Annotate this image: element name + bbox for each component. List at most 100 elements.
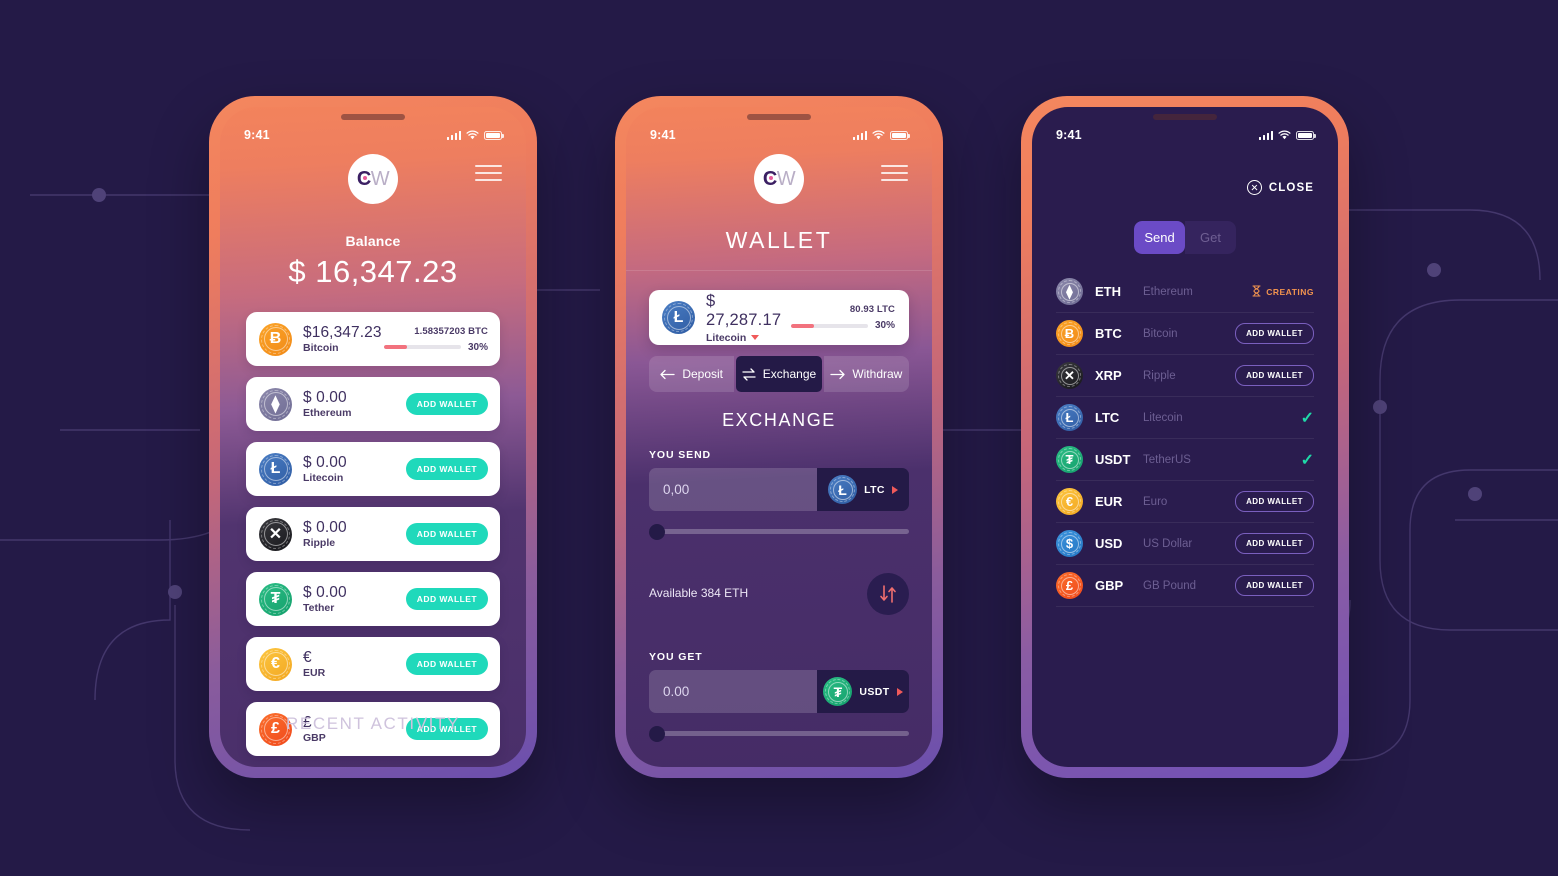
close-icon <box>1246 180 1262 195</box>
hourglass-icon <box>1252 284 1261 299</box>
swap-h-icon <box>742 367 756 381</box>
add-wallet-button[interactable]: ADD WALLET <box>405 653 488 675</box>
wallet-card[interactable]: ₮ $ 0.00 Tether ADD WALLET <box>246 572 500 626</box>
tether-icon: ₮ <box>259 582 292 616</box>
wallet-card[interactable]: ✕ $ 0.00 Ripple ADD WALLET <box>246 507 500 561</box>
wallet-card[interactable]: € € EUR ADD WALLET <box>246 637 500 691</box>
wallet-amount: € <box>303 648 312 666</box>
phone2-screen: 9:41 C W WALLET Ł $ 27,287.17 Litecoin 8… <box>626 107 932 767</box>
recent-activity-title[interactable]: RECENT ACTIVITY <box>220 714 526 734</box>
status-badge: CREATING <box>1252 284 1314 299</box>
add-wallet-button[interactable]: ADD WALLET <box>405 588 488 610</box>
wallet-progress-bar <box>384 345 461 349</box>
currency-row[interactable]: Ƀ BTC Bitcoin ADD WALLET <box>1056 313 1314 355</box>
check-icon: ✓ <box>1300 451 1314 469</box>
add-wallet-button[interactable]: ADD WALLET <box>405 458 488 480</box>
notch-speaker <box>1153 114 1217 120</box>
you-get-currency: USDT <box>859 685 890 698</box>
bitcoin-icon: Ƀ <box>1056 320 1083 347</box>
tab-label: Exchange <box>762 367 817 381</box>
menu-icon[interactable] <box>881 165 908 181</box>
swap-vertical-icon[interactable] <box>867 573 909 615</box>
wallet-action-tabs: Deposit Exchange Withdraw <box>649 356 909 392</box>
currency-name: TetherUS <box>1143 453 1191 466</box>
chevron-down-icon[interactable] <box>751 335 760 340</box>
battery-icon <box>890 130 910 140</box>
status-bar: 9:41 <box>220 128 526 142</box>
you-get-currency-selector[interactable]: ₮ USDT <box>817 670 909 713</box>
you-send-currency-selector[interactable]: Ł LTC <box>817 468 909 511</box>
wallet-name: Litecoin <box>706 331 747 344</box>
wallet-amount: $ 27,287.17 <box>706 291 782 329</box>
arrow-right-icon <box>830 369 845 380</box>
wallet-name: EUR <box>303 667 326 680</box>
wallet-name: Ripple <box>303 537 336 550</box>
you-get-slider[interactable] <box>649 726 909 742</box>
currency-row[interactable]: ✕ XRP Ripple ADD WALLET <box>1056 355 1314 397</box>
wallet-progress-bar <box>791 323 868 328</box>
you-get-row: 0.00 ₮ USDT <box>649 670 909 713</box>
add-wallet-button[interactable]: ADD WALLET <box>405 393 488 415</box>
coin-glyph: ✕ <box>268 526 283 543</box>
currency-symbol: GBP <box>1095 578 1124 593</box>
add-wallet-button[interactable]: ADD WALLET <box>1235 365 1314 386</box>
logo-letter-w: W <box>370 167 390 190</box>
add-wallet-button[interactable]: ADD WALLET <box>405 523 488 545</box>
close-button[interactable]: CLOSE <box>1246 180 1314 195</box>
coin-glyph: € <box>271 655 280 672</box>
tab-exchange[interactable]: Exchange <box>736 356 822 392</box>
currency-row[interactable]: £ GBP GB Pound ADD WALLET <box>1056 565 1314 607</box>
currency-row[interactable]: ₮ USDT TetherUS ✓ <box>1056 439 1314 481</box>
wallet-card[interactable]: Ƀ $16,347.23 Bitcoin 1.58357203 BTC 30% <box>246 312 500 366</box>
screenshot-canvas: 9:41 C W Balance $ 16,347.23 Ƀ $16,347.2… <box>0 0 1558 876</box>
you-send-currency: LTC <box>864 483 885 496</box>
add-wallet-button[interactable]: ADD WALLET <box>1235 533 1314 554</box>
selected-wallet-card[interactable]: Ł $ 27,287.17 Litecoin 80.93 LTC 30% <box>649 290 909 345</box>
tab-withdraw[interactable]: Withdraw <box>823 356 909 392</box>
notch-speaker <box>341 114 405 120</box>
currency-symbol: ETH <box>1095 284 1121 299</box>
signal-icon <box>852 130 867 140</box>
wallet-name: GBP <box>303 732 326 745</box>
wallet-card[interactable]: ⧫ $ 0.00 Ethereum ADD WALLET <box>246 377 500 431</box>
add-wallet-button[interactable]: ADD WALLET <box>1235 323 1314 344</box>
check-icon: ✓ <box>1300 409 1314 427</box>
currency-row[interactable]: $ USD US Dollar ADD WALLET <box>1056 523 1314 565</box>
currency-name: Ripple <box>1143 369 1176 382</box>
wallet-percent: 30% <box>467 341 488 353</box>
currency-row[interactable]: € EUR Euro ADD WALLET <box>1056 481 1314 523</box>
bitcoin-icon: Ƀ <box>259 322 292 356</box>
tab-deposit[interactable]: Deposit <box>649 356 735 392</box>
ripple-icon: ✕ <box>259 517 292 551</box>
euro-icon: € <box>1056 488 1083 515</box>
logo-letter-w: W <box>776 167 796 190</box>
coin-glyph: ₮ <box>1065 452 1074 467</box>
wallet-card[interactable]: Ł $ 0.00 Litecoin ADD WALLET <box>246 442 500 496</box>
status-bar: 9:41 <box>626 128 932 142</box>
wallet-name: Ethereum <box>303 407 352 420</box>
currency-row[interactable]: ⧫ ETH Ethereum CREATING <box>1056 271 1314 313</box>
slider-knob[interactable] <box>649 524 665 540</box>
wifi-icon <box>1278 130 1291 140</box>
you-send-row: 0,00 Ł LTC <box>649 468 909 511</box>
you-get-input[interactable]: 0.00 <box>649 670 817 713</box>
currency-symbol: XRP <box>1095 368 1122 383</box>
divider <box>626 270 932 271</box>
battery-icon <box>484 130 504 140</box>
add-wallet-button[interactable]: ADD WALLET <box>1235 491 1314 512</box>
menu-icon[interactable] <box>475 165 502 181</box>
ethereum-icon: ⧫ <box>1056 278 1083 305</box>
wallet-amount: $ 0.00 <box>303 583 347 601</box>
slider-knob[interactable] <box>649 726 665 742</box>
you-send-slider[interactable] <box>649 524 909 540</box>
tab-get[interactable]: Get <box>1185 221 1236 254</box>
add-wallet-button[interactable]: ADD WALLET <box>1235 575 1314 596</box>
app-logo: C W <box>754 154 804 204</box>
tab-send[interactable]: Send <box>1134 221 1185 254</box>
currency-name: Bitcoin <box>1143 327 1178 340</box>
currency-symbol: USD <box>1095 536 1123 551</box>
currency-row[interactable]: Ł LTC Litecoin ✓ <box>1056 397 1314 439</box>
you-send-input[interactable]: 0,00 <box>649 468 817 511</box>
available-balance: Available 384 ETH <box>649 586 749 600</box>
slider-track <box>649 731 909 736</box>
